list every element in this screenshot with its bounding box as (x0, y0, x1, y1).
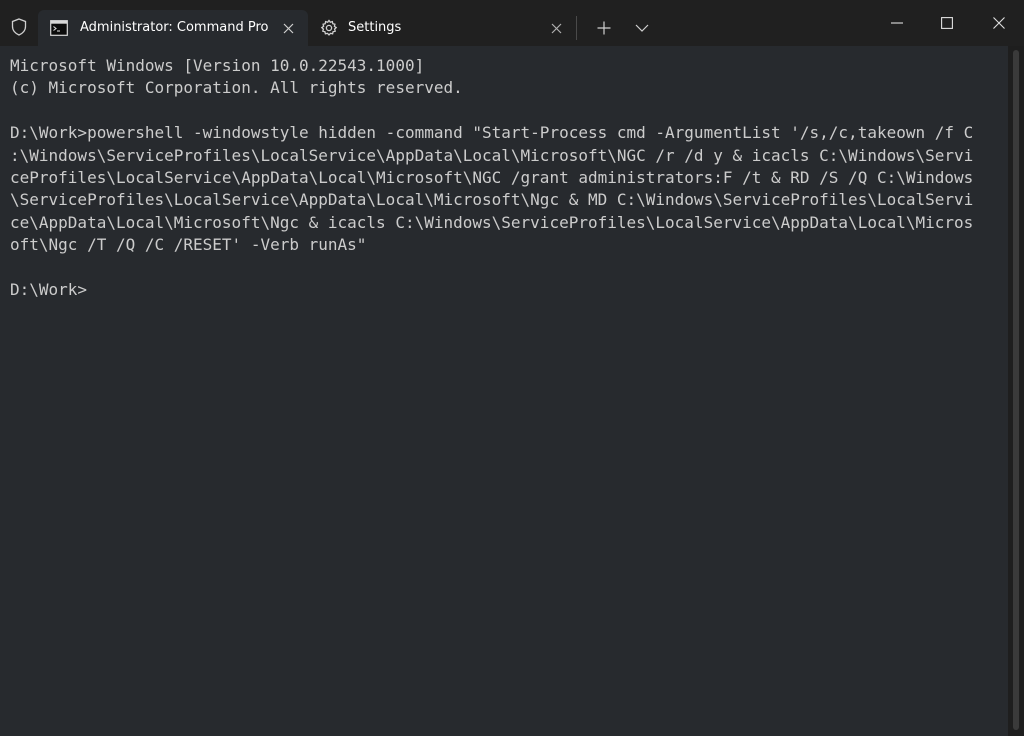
chevron-down-icon (635, 24, 649, 32)
terminal-line: ce\AppData\Local\Microsoft\Ngc & icacls … (10, 212, 974, 232)
tab-command-prompt[interactable]: Administrator: Command Prompt (38, 10, 308, 46)
terminal-line: :\Windows\ServiceProfiles\LocalService\A… (10, 145, 974, 165)
close-tab-icon[interactable] (278, 18, 298, 38)
close-tab-icon[interactable] (546, 18, 566, 38)
terminal-line: ceProfiles\LocalService\AppData\Local\Mi… (10, 167, 974, 187)
maximize-button[interactable] (922, 0, 972, 46)
terminal-output[interactable]: Microsoft Windows [Version 10.0.22543.10… (0, 46, 1008, 736)
scrollbar-thumb[interactable] (1013, 50, 1019, 730)
cmd-icon (50, 20, 68, 36)
terminal-prompt: D:\Work> (10, 279, 88, 299)
title-bar: Administrator: Command Prompt Settings (0, 0, 1024, 46)
close-icon (993, 17, 1005, 29)
admin-shield-icon (0, 10, 38, 44)
scrollbar[interactable] (1008, 46, 1024, 736)
maximize-icon (941, 17, 953, 29)
dropdown-button[interactable] (628, 14, 656, 42)
minimize-icon (891, 22, 903, 24)
minimize-button[interactable] (872, 0, 922, 46)
new-tab-button[interactable] (590, 14, 618, 42)
tab-settings[interactable]: Settings (310, 10, 576, 46)
terminal-line: oft\Ngc /T /Q /C /RESET' -Verb runAs" (10, 235, 367, 255)
terminal-line: Microsoft Windows [Version 10.0.22543.10… (10, 56, 425, 75)
gear-icon (320, 19, 338, 37)
terminal-line: D:\Work>powershell -windowstyle hidden -… (10, 123, 974, 143)
terminal-window: Administrator: Command Prompt Settings (0, 0, 1024, 736)
terminal-line: \ServiceProfiles\LocalService\AppData\Lo… (10, 190, 974, 210)
tab-title: Settings (348, 20, 402, 35)
tab-separator (576, 16, 577, 40)
close-window-button[interactable] (974, 0, 1024, 46)
plus-icon (597, 21, 611, 35)
terminal-line: (c) Microsoft Corporation. All rights re… (10, 78, 463, 98)
tab-title: Administrator: Command Prompt (80, 20, 268, 35)
